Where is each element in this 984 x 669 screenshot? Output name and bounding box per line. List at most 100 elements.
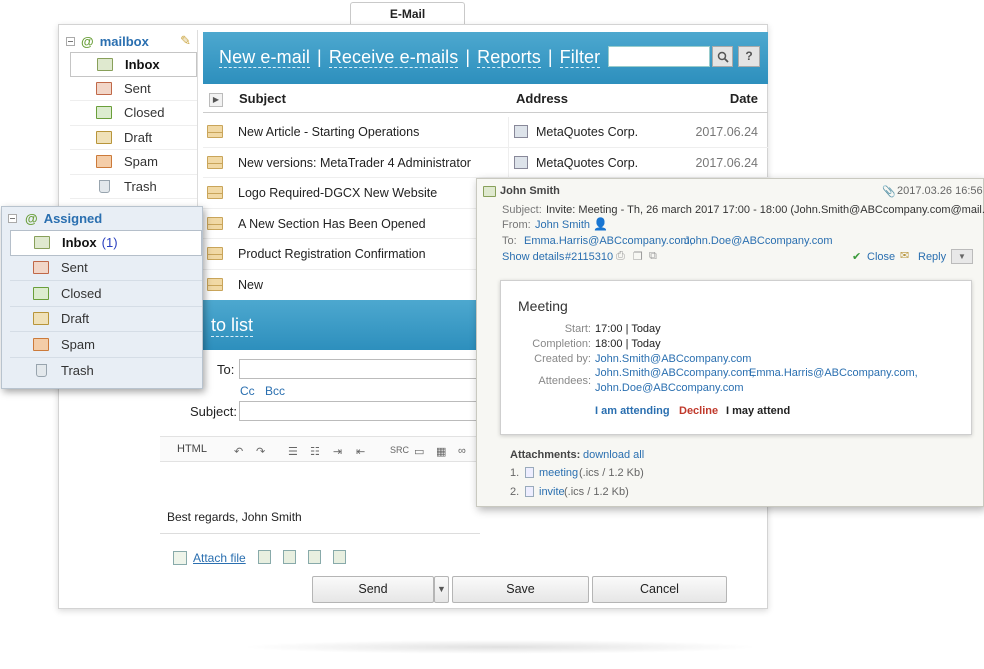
attending-button[interactable]: I am attending bbox=[595, 405, 670, 417]
new-email-link[interactable]: New e-mail bbox=[219, 47, 311, 68]
attendee-link[interactable]: Emma.Harris@ABCcompany.com, bbox=[749, 367, 918, 379]
add-chart-icon[interactable] bbox=[308, 550, 321, 564]
send-button[interactable]: Send bbox=[312, 576, 434, 603]
redo-icon[interactable]: ↷ bbox=[256, 445, 265, 458]
assigned-item-spam[interactable]: Spam bbox=[10, 332, 202, 358]
show-details-link[interactable]: Show details bbox=[502, 251, 564, 263]
attachment-number: 2. bbox=[510, 486, 520, 498]
start-value: 17:00 | Today bbox=[595, 323, 661, 335]
row-address: MetaQuotes Corp. bbox=[536, 155, 639, 170]
sidebar-item-label: Closed bbox=[124, 105, 165, 121]
subject-input[interactable] bbox=[239, 401, 479, 421]
table-row[interactable]: New versions: MetaTrader 4 Administrator… bbox=[203, 147, 768, 178]
html-mode-button[interactable]: HTML bbox=[177, 443, 207, 455]
tab-email[interactable]: E-Mail bbox=[350, 2, 465, 26]
sidebar-item-sent[interactable]: Sent bbox=[70, 77, 197, 101]
sidebar-item-trash[interactable]: Trash bbox=[70, 175, 197, 199]
table-icon[interactable]: ▦ bbox=[436, 445, 446, 458]
sidebar-item-inbox[interactable]: Inbox bbox=[70, 52, 197, 77]
sidebar-item-label: Spam bbox=[124, 154, 158, 170]
from-link[interactable]: John Smith bbox=[535, 219, 590, 231]
to-input[interactable] bbox=[239, 359, 479, 379]
envelope-icon bbox=[207, 216, 223, 230]
assigned-item-trash[interactable]: Trash bbox=[10, 358, 202, 384]
mailbox-header[interactable]: @ mailbox ✎ bbox=[60, 30, 197, 52]
cancel-button[interactable]: Cancel bbox=[592, 576, 727, 603]
divider bbox=[508, 147, 509, 178]
creator-link[interactable]: John.Smith@ABCcompany.com bbox=[595, 353, 751, 365]
export-icon[interactable]: ⧉ bbox=[649, 250, 657, 263]
maybe-button[interactable]: I may attend bbox=[726, 405, 790, 417]
assigned-item-sent[interactable]: Sent bbox=[10, 256, 202, 281]
recipient-link[interactable]: Emma.Harris@ABCcompany.com, bbox=[524, 235, 693, 247]
decline-button[interactable]: Decline bbox=[679, 405, 718, 417]
undo-icon[interactable]: ↶ bbox=[234, 445, 243, 458]
download-all-link[interactable]: download all bbox=[583, 449, 644, 461]
save-button[interactable]: Save bbox=[452, 576, 589, 603]
created-by-label: Created by: bbox=[534, 353, 591, 365]
assigned-item-draft[interactable]: Draft bbox=[10, 307, 202, 332]
building-icon bbox=[514, 155, 528, 169]
numbered-list-icon[interactable]: ☷ bbox=[310, 445, 320, 458]
collapse-icon[interactable] bbox=[66, 36, 75, 46]
sidebar-item-spam[interactable]: Spam bbox=[70, 150, 197, 175]
add-attachment-icon[interactable] bbox=[258, 550, 271, 564]
row-subject: New versions: MetaTrader 4 Administrator bbox=[238, 155, 471, 170]
reply-link[interactable]: Reply bbox=[918, 251, 946, 263]
collapse-icon[interactable] bbox=[8, 214, 17, 223]
expand-icon[interactable]: ▶ bbox=[209, 93, 223, 107]
to-label: To: bbox=[217, 362, 235, 377]
list-header: ▶ Subject Address Date bbox=[203, 86, 768, 113]
closed-icon bbox=[96, 106, 112, 120]
table-row[interactable]: New Article - Starting Operations MetaQu… bbox=[203, 117, 768, 148]
attendee-link[interactable]: John.Doe@ABCcompany.com bbox=[595, 382, 744, 394]
outdent-icon[interactable]: ⇤ bbox=[356, 445, 365, 458]
media-icon[interactable]: ▭ bbox=[414, 445, 424, 458]
sidebar-item-draft[interactable]: Draft bbox=[70, 126, 197, 150]
envelope-icon bbox=[207, 125, 223, 138]
paperclip-icon: 📎 bbox=[882, 186, 896, 198]
sidebar-item-closed[interactable]: Closed bbox=[70, 101, 197, 126]
edit-icon[interactable]: ✎ bbox=[180, 33, 191, 49]
assigned-item-closed[interactable]: Closed bbox=[10, 281, 202, 307]
sidebar-item-label: Draft bbox=[124, 129, 153, 145]
attendee-link[interactable]: John.Smith@ABCcompany.com, bbox=[595, 367, 755, 379]
indent-icon[interactable]: ⇥ bbox=[333, 445, 342, 458]
help-button[interactable]: ? bbox=[738, 46, 760, 67]
bcc-link[interactable]: Bcc bbox=[265, 384, 285, 398]
bullet-list-icon[interactable]: ☰ bbox=[288, 445, 298, 458]
attachment-meta: (.ics / 1.2 Kb) bbox=[579, 467, 644, 479]
more-actions-dropdown[interactable]: ▼ bbox=[951, 249, 973, 264]
close-link[interactable]: Close bbox=[867, 251, 895, 263]
recipient-link[interactable]: John.Doe@ABCcompany.com bbox=[684, 235, 833, 247]
cc-link[interactable]: Cc bbox=[240, 384, 255, 398]
search-input[interactable] bbox=[608, 46, 710, 67]
receive-emails-link[interactable]: Receive e-mails bbox=[328, 47, 459, 68]
search-button[interactable] bbox=[712, 46, 733, 67]
draft-icon bbox=[33, 312, 49, 326]
attachment-link[interactable]: invite bbox=[539, 486, 565, 498]
column-address[interactable]: Address bbox=[516, 91, 568, 106]
add-template-icon[interactable] bbox=[333, 550, 346, 564]
attachment-link[interactable]: meeting bbox=[539, 467, 578, 479]
reports-link[interactable]: Reports bbox=[477, 47, 541, 68]
attach-file-link[interactable]: Attach file bbox=[193, 551, 246, 565]
column-subject[interactable]: Subject bbox=[239, 91, 286, 106]
completion-label: Completion: bbox=[532, 338, 591, 350]
copy-icon[interactable]: ❐ bbox=[633, 250, 643, 263]
filter-link[interactable]: Filter bbox=[559, 47, 601, 68]
message-datetime: 2017.03.26 16:56 bbox=[897, 185, 983, 197]
column-date[interactable]: Date bbox=[730, 91, 758, 106]
print-icon[interactable]: ⎙ bbox=[616, 250, 625, 263]
attachment-meta: (.ics / 1.2 Kb) bbox=[564, 486, 629, 498]
assigned-item-inbox[interactable]: Inbox (1) bbox=[10, 230, 202, 256]
ticket-link[interactable]: #2115310 bbox=[565, 251, 613, 263]
link-icon[interactable]: ∞ bbox=[458, 445, 466, 457]
add-document-icon[interactable] bbox=[283, 550, 296, 564]
send-options-dropdown[interactable]: ▼ bbox=[434, 576, 449, 603]
add-contact-icon[interactable]: 👤 bbox=[593, 217, 608, 231]
source-button[interactable]: SRC bbox=[390, 445, 409, 456]
to-list-link[interactable]: to list bbox=[211, 315, 254, 337]
mailbox-sidebar: @ mailbox ✎ Inbox Sent Closed Draft Spam… bbox=[60, 30, 198, 208]
assigned-header[interactable]: @ Assigned bbox=[2, 207, 202, 230]
